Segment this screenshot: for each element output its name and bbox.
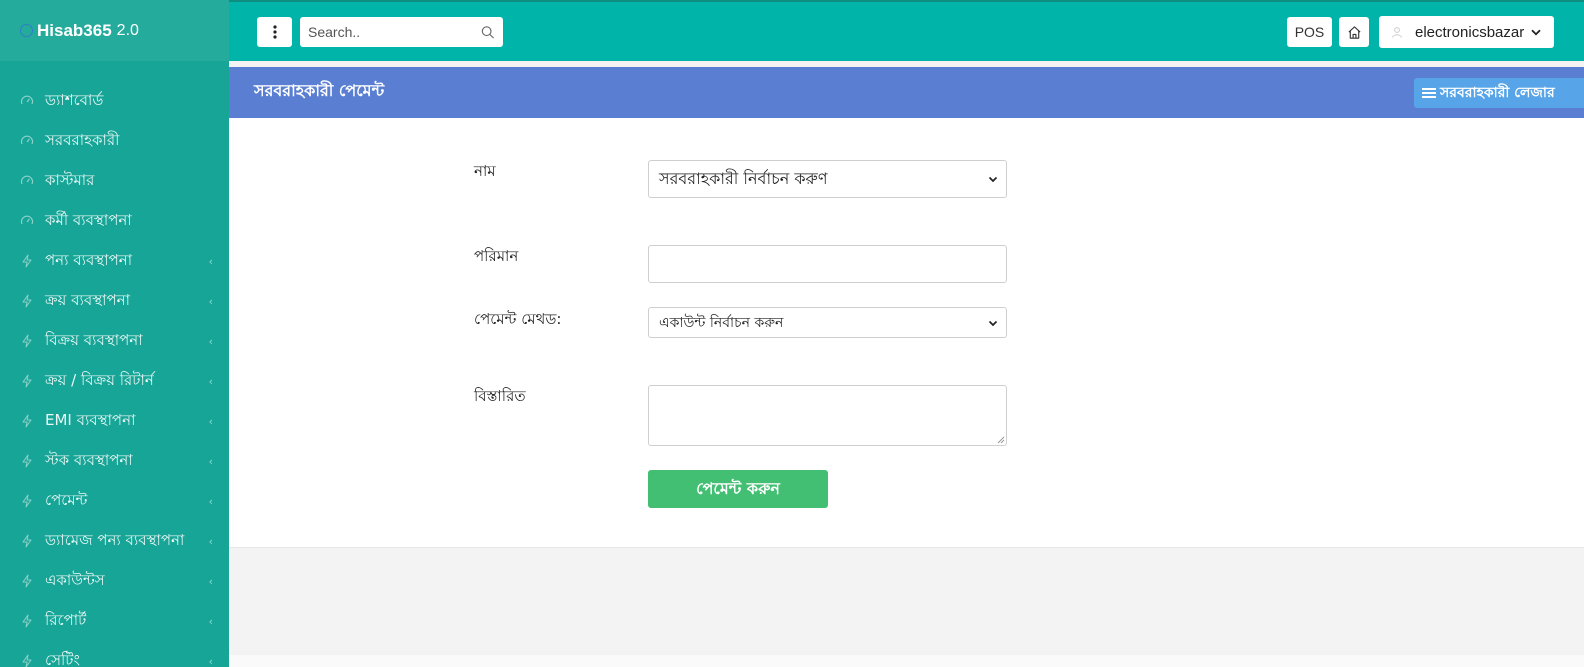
sidebar-item-label: ড্যামেজ পন্য ব্যবস্থাপনা: [45, 530, 185, 549]
sidebar-item[interactable]: ক্রয় ব্যবস্থাপনা ‹: [0, 281, 229, 321]
sidebar-item-label: সেটিং: [45, 650, 80, 667]
sidebar-item[interactable]: ড্যাশবোর্ড: [0, 81, 229, 121]
content-header: সরবরাহকারী পেমেন্ট সরবরাহকারী লেজার: [229, 67, 1584, 118]
username: electronicsbazar: [1415, 23, 1525, 41]
brand[interactable]: Hisab365 2.0: [0, 0, 229, 61]
bolt-icon: [20, 454, 34, 468]
bolt-icon: [20, 334, 34, 348]
menu-toggle-button[interactable]: [257, 17, 292, 47]
sidebar-item-label: পন্য ব্যবস্থাপনা: [45, 250, 133, 269]
supplier-select-value: সরবরাহকারী নির্বাচন করুণ: [659, 168, 828, 188]
user-avatar-icon: [1392, 27, 1402, 38]
sidebar-item-label: ড্যাশবোর্ড: [45, 90, 104, 109]
bolt-icon: [20, 294, 34, 308]
pos-button[interactable]: POS: [1287, 17, 1332, 47]
chevron-down-icon: [1531, 29, 1541, 35]
sidebar-item[interactable]: সরবরাহকারী: [0, 121, 229, 161]
sidebar-item-label: পেমেন্ট: [45, 490, 88, 509]
sidebar-item-label: রিপোর্ট: [45, 610, 87, 629]
gauge-icon: [20, 134, 34, 148]
gauge-icon: [20, 214, 34, 228]
sidebar-item-label: কাস্টমার: [45, 170, 95, 189]
submit-payment-button[interactable]: পেমেন্ট করুন: [648, 470, 828, 508]
chevron-left-icon: ‹: [208, 534, 213, 548]
topbar: POS electronicsbazar: [229, 0, 1584, 61]
sidebar-item-label: কর্মী ব্যবস্থাপনা: [45, 210, 132, 229]
chevron-left-icon: ‹: [208, 494, 213, 508]
bolt-icon: [20, 534, 34, 548]
sidebar-item-label: ক্রয় / বিক্রয় রিটার্ন: [45, 370, 154, 389]
sidebar-item[interactable]: স্টক ব্যবস্থাপনা ‹: [0, 441, 229, 481]
bolt-icon: [20, 414, 34, 428]
chevron-left-icon: ‹: [208, 294, 213, 308]
chevron-down-icon: [988, 176, 998, 183]
home-button[interactable]: [1339, 17, 1369, 47]
chevron-left-icon: ‹: [208, 374, 213, 388]
sidebar-item[interactable]: কর্মী ব্যবস্থাপনা: [0, 201, 229, 241]
sidebar-item-label: একাউন্টস: [45, 570, 105, 589]
bolt-icon: [20, 494, 34, 508]
sidebar-item[interactable]: EMI ব্যবস্থাপনা ‹: [0, 401, 229, 441]
chevron-left-icon: ‹: [208, 574, 213, 588]
sidebar-item[interactable]: পেমেন্ট ‹: [0, 481, 229, 521]
home-icon: [1347, 25, 1361, 39]
sidebar-menu: ড্যাশবোর্ড সরবরাহকারী কাস্টমার কর্মী ব্যবস্…: [0, 61, 229, 667]
bolt-icon: [20, 614, 34, 628]
amount-input[interactable]: [648, 245, 1007, 283]
chevron-left-icon: ‹: [208, 654, 213, 667]
list-icon: [1422, 88, 1436, 98]
sidebar-item[interactable]: কাস্টমার: [0, 161, 229, 201]
sidebar-item-label: বিক্রয় ব্যবস্থাপনা: [45, 330, 143, 349]
logo-icon: [20, 24, 33, 37]
bolt-icon: [20, 374, 34, 388]
payment-method-label: পেমেন্ট মেথড:: [474, 310, 562, 328]
chevron-down-icon: [988, 320, 998, 326]
search-icon[interactable]: [481, 25, 495, 40]
search-input[interactable]: [308, 24, 482, 40]
payment-form: নাম সরবরাহকারী নির্বাচন করুণ পরিমান পেমে…: [229, 118, 1584, 548]
sidebar-item[interactable]: ক্রয় / বিক্রয় রিটার্ন ‹: [0, 361, 229, 401]
bolt-icon: [20, 254, 34, 268]
chevron-left-icon: ‹: [208, 454, 213, 468]
brand-version: 2.0: [116, 21, 139, 39]
sidebar-item[interactable]: সেটিং ‹: [0, 641, 229, 667]
amount-label: পরিমান: [474, 247, 519, 265]
footer: [229, 655, 1584, 667]
sidebar: Hisab365 2.0 ড্যাশবোর্ড সরবরাহকারী কাস্টমা…: [0, 0, 229, 667]
sidebar-item-label: ক্রয় ব্যবস্থাপনা: [45, 290, 130, 309]
gauge-icon: [20, 94, 34, 108]
sidebar-item[interactable]: একাউন্টস ‹: [0, 561, 229, 601]
user-menu-button[interactable]: electronicsbazar: [1379, 16, 1554, 48]
vertical-dots-icon: [272, 25, 277, 39]
details-textarea[interactable]: [648, 385, 1007, 446]
payment-method-select-value: একাউন্ট নির্বাচন করুন: [659, 314, 784, 331]
search-box: [300, 17, 503, 47]
payment-method-select[interactable]: একাউন্ট নির্বাচন করুন: [648, 307, 1007, 338]
bolt-icon: [20, 654, 34, 667]
brand-name: Hisab365: [37, 20, 112, 40]
details-label: বিস্তারিত: [474, 387, 526, 405]
sidebar-item-label: সরবরাহকারী: [45, 130, 120, 149]
supplier-select[interactable]: সরবরাহকারী নির্বাচন করুণ: [648, 160, 1007, 198]
sidebar-item-label: স্টক ব্যবস্থাপনা: [45, 450, 133, 469]
chevron-left-icon: ‹: [208, 614, 213, 628]
page-title: সরবরাহকারী পেমেন্ট: [254, 81, 385, 100]
chevron-left-icon: ‹: [208, 254, 213, 268]
gauge-icon: [20, 174, 34, 188]
sidebar-item[interactable]: রিপোর্ট ‹: [0, 601, 229, 641]
supplier-ledger-label: সরবরাহকারী লেজার: [1440, 85, 1555, 101]
sidebar-item[interactable]: পন্য ব্যবস্থাপনা ‹: [0, 241, 229, 281]
resize-handle-icon[interactable]: [997, 436, 1005, 444]
sidebar-item[interactable]: ড্যামেজ পন্য ব্যবস্থাপনা ‹: [0, 521, 229, 561]
chevron-left-icon: ‹: [208, 414, 213, 428]
sidebar-item-label: EMI ব্যবস্থাপনা: [45, 410, 136, 429]
sidebar-item[interactable]: বিক্রয় ব্যবস্থাপনা ‹: [0, 321, 229, 361]
supplier-ledger-button[interactable]: সরবরাহকারী লেজার: [1414, 78, 1584, 108]
name-label: নাম: [474, 162, 496, 180]
bolt-icon: [20, 574, 34, 588]
chevron-left-icon: ‹: [208, 334, 213, 348]
